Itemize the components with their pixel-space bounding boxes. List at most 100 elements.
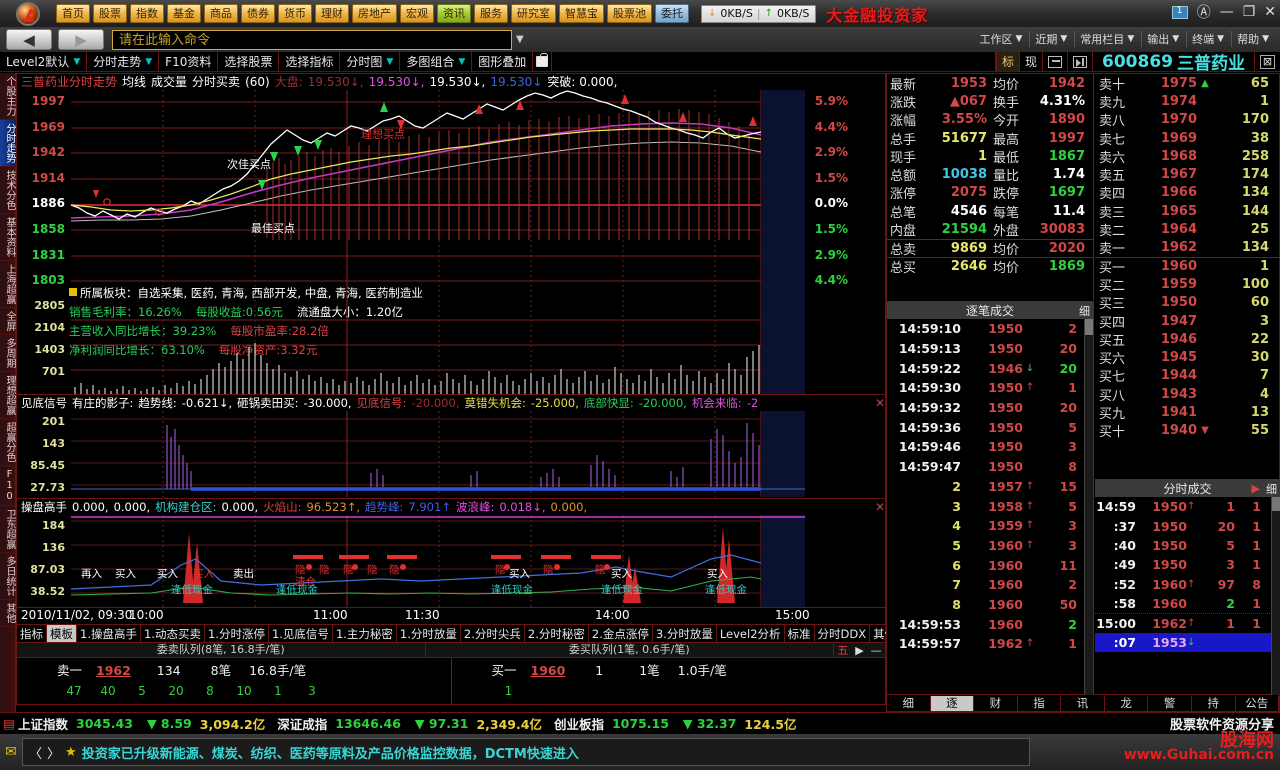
tick-row-4[interactable]: 14:59:30 1950 ↑ 1 xyxy=(887,378,1093,398)
top-menu-6[interactable]: 债券 xyxy=(241,4,275,23)
tick-row-5[interactable]: 14:59:32 1950 20 xyxy=(887,398,1093,418)
indicator-tab-1[interactable]: 模板 xyxy=(47,625,77,642)
top-menu-2[interactable]: 股票 xyxy=(93,4,127,23)
toolbar-item-7[interactable]: 多图组合 ▼ xyxy=(400,52,473,71)
top-menu-1[interactable]: 首页 xyxy=(56,4,90,23)
sidebar-item-4[interactable]: 基本资料 xyxy=(0,214,16,261)
top-menu-4[interactable]: 基金 xyxy=(167,4,201,23)
toolbar-now-button[interactable]: 现 xyxy=(1019,52,1042,71)
order-book-row-18[interactable]: 买八 1943 4 xyxy=(1095,385,1280,404)
toolbar-mark-button[interactable]: 标 xyxy=(995,52,1019,71)
order-book-row-3[interactable]: 卖八 1970 170 xyxy=(1095,111,1280,129)
tick-row-15[interactable]: 8 1960 50 xyxy=(887,595,1093,615)
quote-tab-9[interactable]: 公告 xyxy=(1236,695,1280,711)
queue-minimize-icon[interactable]: — xyxy=(871,644,882,657)
command-input[interactable]: 请在此输入命令 xyxy=(112,29,512,50)
minute-trade-row-6[interactable]: :58 1960 2 1 xyxy=(1095,594,1280,613)
tick-row-3[interactable]: 14:59:22 1946 ↓ 20 xyxy=(887,358,1093,378)
indicator-tab-7[interactable]: 1.分时放量 xyxy=(397,625,461,642)
indicator-tab-2[interactable]: 1.操盘高手 xyxy=(77,625,141,642)
order-book-row-9[interactable]: 卖二 1964 25 xyxy=(1095,220,1280,239)
top-menu-12[interactable]: 服务 xyxy=(474,4,508,23)
toolbar-item-5[interactable]: 选择指标 xyxy=(279,52,341,71)
scrollbar-thumb[interactable] xyxy=(1085,319,1093,335)
maximize-button[interactable]: ❐ xyxy=(1243,4,1256,20)
top-menu-10[interactable]: 宏观 xyxy=(400,4,434,23)
close-button[interactable]: ✕ xyxy=(1264,4,1276,20)
order-book-row-7[interactable]: 卖四 1966 134 xyxy=(1095,184,1280,202)
sidebar-item-1[interactable]: 个股主力 xyxy=(0,73,16,120)
mail-icon[interactable]: ✉ xyxy=(0,744,22,760)
menu-常用栏目[interactable]: 常用栏目 ▼ xyxy=(1074,31,1139,47)
toolbar-item-2[interactable]: 分时走势 ▼ xyxy=(87,52,160,71)
order-book-row-6[interactable]: 卖五 1967 174 xyxy=(1095,165,1280,184)
indicator-tab-10[interactable]: 2.金点涨停 xyxy=(589,625,653,642)
minute-trade-row-2[interactable]: :37 1950 20 1 xyxy=(1095,516,1280,535)
order-book-row-17[interactable]: 买七 1944 7 xyxy=(1095,367,1280,385)
order-book-row-16[interactable]: 买六 1945 30 xyxy=(1095,348,1280,367)
tick-row-6[interactable]: 14:59:36 1950 5 xyxy=(887,417,1093,437)
toolbar-item-8[interactable]: 图形叠加 xyxy=(472,52,534,71)
tick-row-2[interactable]: 14:59:13 1950 20 xyxy=(887,339,1093,359)
toolbar-item-3[interactable]: F10资料 xyxy=(159,52,219,71)
order-book-row-5[interactable]: 卖六 1968 258 xyxy=(1095,147,1280,166)
forward-button[interactable]: ▶ xyxy=(58,29,104,50)
quote-tab-4[interactable]: 指 xyxy=(1018,695,1062,711)
indicator-tab-14[interactable]: 分时DDX xyxy=(815,625,871,642)
back-button[interactable]: ◀ xyxy=(6,29,52,50)
quote-tab-7[interactable]: 警 xyxy=(1148,695,1192,711)
tick-row-7[interactable]: 14:59:46 1950 3 xyxy=(887,437,1093,457)
scrollbar-thumb[interactable] xyxy=(1272,497,1280,511)
index-item-2[interactable]: 深证成指 13646.46 ▼ 97.31 2,349.4亿 xyxy=(277,714,554,733)
minute-trade-row-4[interactable]: :49 1950 3 1 xyxy=(1095,555,1280,574)
minute-trade-row-1[interactable]: 14:59 1950 ↑ 1 1 xyxy=(1095,497,1280,516)
indicator-tab-5[interactable]: 1.见底信号 xyxy=(269,625,333,642)
price-plot[interactable]: 理想买点 次佳买点 最佳买点 xyxy=(70,90,805,295)
menu-终端[interactable]: 终端 ▼ xyxy=(1186,31,1229,47)
lock-toggle[interactable] xyxy=(533,52,553,71)
indicator-tab-4[interactable]: 1.分时涨停 xyxy=(205,625,269,642)
tick-row-17[interactable]: 14:59:57 1962 ↑ 1 xyxy=(887,634,1093,654)
quote-tab-6[interactable]: 龙 xyxy=(1105,695,1149,711)
queue-depth-button[interactable]: 五 xyxy=(837,642,848,658)
top-menu-9[interactable]: 房地产 xyxy=(352,4,397,23)
menu-近期[interactable]: 近期 ▼ xyxy=(1029,31,1072,47)
tick-row-14[interactable]: 7 1960 2 xyxy=(887,575,1093,595)
sidebar-item-8[interactable]: 理想超赢 xyxy=(0,372,16,419)
order-book-row-10[interactable]: 卖一 1962 134 xyxy=(1095,239,1280,257)
index-item-1[interactable]: 上证指数 3045.43 ▼ 8.59 3,094.2亿 xyxy=(18,714,277,733)
minute-trade-scrollbar[interactable] xyxy=(1271,497,1280,696)
monitor-icon[interactable] xyxy=(1171,5,1188,19)
top-menu-5[interactable]: 商品 xyxy=(204,4,238,23)
top-menu-3[interactable]: 指数 xyxy=(130,4,164,23)
top-menu-14[interactable]: 智慧宝 xyxy=(559,4,604,23)
next-stock-button[interactable] xyxy=(1067,52,1092,71)
indicator-tab-12[interactable]: Level2分析 xyxy=(717,625,785,642)
tick-row-10[interactable]: 3 1958 ↑ 5 xyxy=(887,496,1093,516)
tick-row-13[interactable]: 6 1960 11 xyxy=(887,555,1093,575)
top-menu-8[interactable]: 理财 xyxy=(315,4,349,23)
sidebar-item-3[interactable]: 技术分色 xyxy=(0,167,16,214)
sidebar-item-13[interactable]: 其他 xyxy=(0,600,16,627)
tick-detail-button[interactable]: 细 xyxy=(1079,303,1090,319)
toolbar-item-1[interactable]: Level2默认 ▼ xyxy=(0,52,88,71)
order-book-row-1[interactable]: 卖十 1975 ▲ 65 xyxy=(1095,74,1280,93)
queue-next-icon[interactable]: ▶ xyxy=(855,644,863,657)
minute-trade-rows[interactable]: 14:59 1950 ↑ 1 1:37 1950 20 1:40 1950 5 1:49 1950 3 1… xyxy=(1095,497,1280,653)
indicator-tab-13[interactable]: 标准 xyxy=(785,625,815,642)
order-book-row-19[interactable]: 买九 1941 13 xyxy=(1095,403,1280,422)
quote-tab-5[interactable]: 讯 xyxy=(1061,695,1105,711)
minute-trade-row-8[interactable]: :07 1953 ↓ xyxy=(1095,632,1280,653)
tick-row-12[interactable]: 5 1960 ↑ 3 xyxy=(887,536,1093,556)
sidebar-item-11[interactable]: 卫东超赢 xyxy=(0,506,16,553)
menu-帮助[interactable]: 帮助 ▼ xyxy=(1231,31,1274,47)
top-menu-16[interactable]: 委托 xyxy=(655,4,689,23)
tick-list-scrollbar[interactable] xyxy=(1084,319,1093,696)
order-book-row-12[interactable]: 买二 1959 100 xyxy=(1095,275,1280,294)
indicator-3-close-icon[interactable]: ✕ xyxy=(875,500,885,514)
indicator-tab-3[interactable]: 1.动态买卖 xyxy=(141,625,205,642)
indicator-tab-9[interactable]: 2.分时秘密 xyxy=(525,625,589,642)
order-book-row-4[interactable]: 卖七 1969 38 xyxy=(1095,129,1280,148)
account-icon[interactable]: Ⓐ xyxy=(1197,2,1211,22)
toolbar-item-6[interactable]: 分时图 ▼ xyxy=(340,52,401,71)
